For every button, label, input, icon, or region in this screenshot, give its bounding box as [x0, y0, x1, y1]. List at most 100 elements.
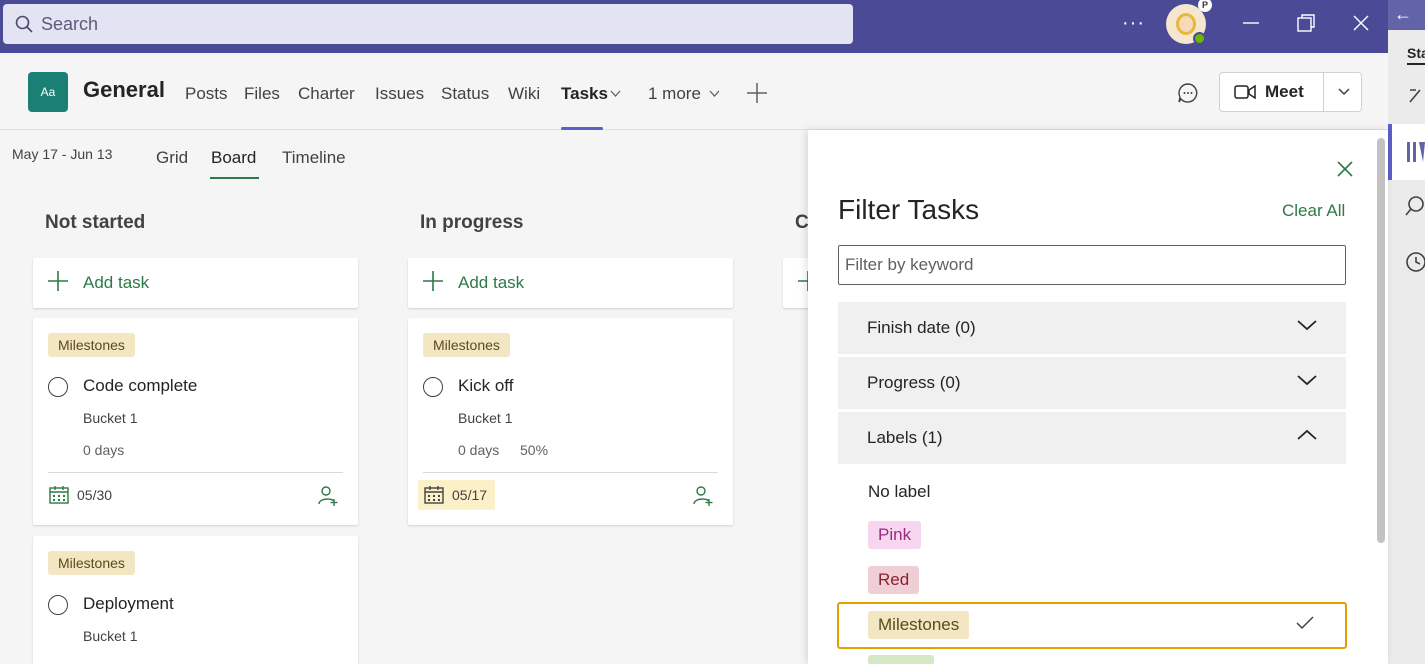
- task-title: Code complete: [83, 376, 198, 395]
- date-range: May 17 - Jun 13: [12, 146, 113, 162]
- more-chevron-down-icon[interactable]: [709, 90, 720, 98]
- tab-posts[interactable]: Posts: [185, 84, 228, 104]
- close-window-icon[interactable]: [1350, 12, 1372, 34]
- assign-user-icon[interactable]: [317, 485, 339, 507]
- filter-section-progress[interactable]: Progress (0): [838, 357, 1346, 409]
- meet-label: Meet: [1265, 82, 1304, 101]
- section-label: Progress (0): [867, 373, 961, 392]
- status-available-icon: [1193, 32, 1206, 45]
- due-date-text: 05/30: [77, 487, 113, 503]
- task-duration: 0 days: [83, 442, 125, 458]
- column-title-not-started: Not started: [45, 212, 146, 233]
- tab-issues[interactable]: Issues: [375, 84, 424, 104]
- label-option-milestones[interactable]: Milestones: [868, 611, 970, 639]
- minimize-icon[interactable]: [1240, 12, 1262, 34]
- title-bar: Search ··· P: [0, 0, 1388, 53]
- search-box[interactable]: Search: [3, 4, 853, 44]
- column-title-in-progress: In progress: [420, 212, 524, 233]
- column-title-completed: C: [795, 212, 809, 233]
- tasks-chevron-down-icon[interactable]: [610, 90, 621, 98]
- plus-icon: [423, 271, 443, 291]
- planner-icon: [1407, 142, 1425, 162]
- profile-badge: P: [1198, 0, 1212, 12]
- add-task-button[interactable]: Add task: [408, 258, 733, 308]
- task-bucket: Bucket 1: [458, 410, 513, 426]
- rail-active-indicator: [1388, 124, 1392, 180]
- tab-tasks[interactable]: Tasks: [561, 84, 608, 104]
- label-option-red[interactable]: Red: [868, 566, 920, 594]
- task-duration: 0 days: [458, 442, 500, 458]
- rail-tab-label[interactable]: Sta: [1407, 45, 1425, 61]
- tab-wiki[interactable]: Wiki: [508, 84, 540, 104]
- calendar-icon: [49, 486, 69, 504]
- tab-status[interactable]: Status: [441, 84, 489, 104]
- search-rail-icon[interactable]: [1404, 194, 1425, 218]
- due-date-text: 05/17: [452, 487, 488, 503]
- due-date[interactable]: 05/30: [43, 480, 120, 510]
- channel-name: General: [83, 77, 165, 102]
- view-tab-timeline[interactable]: Timeline: [282, 148, 346, 168]
- calendar-icon: [424, 486, 444, 504]
- label-option-pink[interactable]: Pink: [868, 521, 922, 549]
- complete-task-checkbox[interactable]: [48, 377, 68, 397]
- assign-user-icon[interactable]: [692, 485, 714, 507]
- close-icon[interactable]: [1336, 160, 1354, 178]
- due-date[interactable]: 05/17: [418, 480, 496, 510]
- conversation-icon[interactable]: [1177, 82, 1199, 104]
- video-camera-icon: [1234, 84, 1256, 100]
- chevron-down-icon: [1297, 320, 1317, 331]
- section-label: Finish date (0): [867, 318, 976, 337]
- card-divider: [423, 472, 718, 473]
- add-tab-icon[interactable]: [746, 82, 768, 104]
- tab-active-indicator: [561, 127, 603, 130]
- task-label-pill: Milestones: [423, 333, 510, 357]
- filter-section-labels[interactable]: Labels (1): [838, 412, 1346, 464]
- view-tab-grid[interactable]: Grid: [156, 148, 188, 168]
- task-progress: 50%: [520, 442, 549, 458]
- task-card[interactable]: Milestones Deployment Bucket 1: [33, 536, 358, 664]
- tab-files[interactable]: Files: [244, 84, 280, 104]
- tab-more[interactable]: 1 more: [648, 84, 701, 104]
- history-icon[interactable]: [1404, 250, 1425, 274]
- task-card[interactable]: Milestones Kick off Bucket 1 0 days 50% …: [408, 318, 733, 525]
- task-title: Deployment: [83, 594, 174, 613]
- task-title: Kick off: [458, 376, 514, 395]
- search-placeholder: Search: [41, 13, 99, 34]
- meet-button[interactable]: Meet: [1219, 72, 1362, 112]
- section-label: Labels (1): [867, 428, 943, 447]
- panel-scrollbar[interactable]: [1377, 138, 1385, 543]
- back-arrow-icon[interactable]: ←: [1388, 0, 1425, 30]
- chevron-down-icon: [1297, 375, 1317, 386]
- restore-icon[interactable]: [1295, 12, 1317, 34]
- meet-divider: [1323, 73, 1324, 111]
- search-icon: [15, 15, 33, 33]
- add-task-label: Add task: [458, 273, 525, 292]
- team-avatar[interactable]: Aa: [28, 72, 68, 112]
- add-task-label: Add task: [83, 273, 150, 292]
- filter-panel-title: Filter Tasks: [838, 194, 980, 225]
- label-option-no-label[interactable]: No label: [868, 482, 930, 502]
- meet-chevron-down-icon[interactable]: [1337, 86, 1351, 98]
- channel-header: Aa General Posts Files Charter Issues St…: [0, 53, 1388, 130]
- sync-icon[interactable]: [1408, 84, 1425, 106]
- add-task-button[interactable]: Add task: [33, 258, 358, 308]
- rail-tab-underline: [1407, 63, 1425, 65]
- chevron-up-icon: [1297, 429, 1317, 440]
- task-card[interactable]: Milestones Code complete Bucket 1 0 days…: [33, 318, 358, 525]
- avatar[interactable]: P: [1166, 0, 1212, 45]
- complete-task-checkbox[interactable]: [423, 377, 443, 397]
- task-bucket: Bucket 1: [83, 410, 138, 426]
- complete-task-checkbox[interactable]: [48, 595, 68, 615]
- task-label-pill: Milestones: [48, 333, 135, 357]
- label-option-next[interactable]: [868, 655, 934, 664]
- tab-charter[interactable]: Charter: [298, 84, 355, 104]
- more-options-button[interactable]: ···: [1122, 12, 1145, 35]
- filter-panel: Filter Tasks Clear All Finish date (0) P…: [808, 130, 1388, 664]
- clear-all-button[interactable]: Clear All: [1282, 201, 1345, 221]
- filter-section-finish-date[interactable]: Finish date (0): [838, 302, 1346, 354]
- filter-keyword-input[interactable]: [838, 245, 1346, 285]
- view-tab-board[interactable]: Board: [211, 148, 256, 168]
- right-rail: ← Sta: [1388, 0, 1425, 664]
- avatar-face-icon: [1176, 13, 1196, 35]
- task-label-pill: Milestones: [48, 551, 135, 575]
